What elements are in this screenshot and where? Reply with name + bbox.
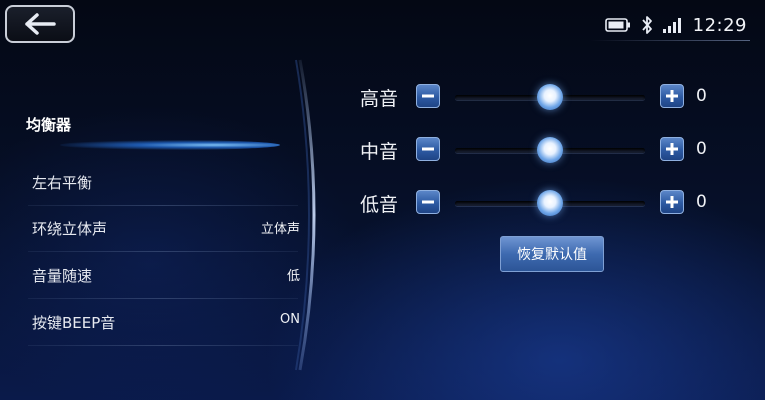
clock: 12:29: [692, 14, 747, 36]
plus-icon: [666, 196, 678, 208]
menu-item-label: 按键BEEP音: [32, 314, 116, 332]
band-label: 低音: [360, 194, 399, 216]
eq-row-treble: 高音 0: [360, 82, 720, 112]
treble-increase-button[interactable]: [660, 84, 684, 108]
mid-slider[interactable]: [455, 137, 645, 163]
menu-item-balance[interactable]: 左右平衡: [0, 160, 300, 206]
menu-divider: [28, 298, 298, 299]
slider-knob[interactable]: [537, 190, 563, 216]
menu-item-label: 音量随速: [32, 267, 93, 285]
menu-item-equalizer[interactable]: 均衡器: [0, 106, 300, 152]
active-highlight: [60, 140, 280, 150]
settings-menu: 均衡器 左右平衡 环绕立体声 立体声 音量随速 低 按键BEEP音 ON: [0, 60, 310, 360]
band-label: 中音: [360, 141, 399, 163]
back-arrow-icon: [25, 13, 56, 35]
mid-increase-button[interactable]: [660, 137, 684, 161]
treble-decrease-button[interactable]: [416, 84, 440, 108]
mid-decrease-button[interactable]: [416, 137, 440, 161]
menu-item-label: 均衡器: [26, 116, 72, 134]
bluetooth-icon: [641, 16, 652, 34]
minus-icon: [422, 200, 434, 204]
menu-item-beep[interactable]: 按键BEEP音 ON: [0, 300, 300, 346]
panel-arc-divider: [295, 59, 316, 371]
menu-divider: [28, 251, 298, 252]
eq-row-mid: 中音 0: [360, 135, 720, 165]
plus-icon: [666, 143, 678, 155]
back-button[interactable]: [5, 5, 75, 43]
plus-icon: [666, 90, 678, 102]
menu-item-label: 左右平衡: [32, 174, 93, 192]
band-label: 高音: [360, 88, 399, 110]
slider-knob[interactable]: [537, 84, 563, 110]
menu-divider: [28, 345, 298, 346]
band-value: 0: [696, 86, 707, 106]
treble-slider[interactable]: [455, 84, 645, 110]
reset-defaults-button[interactable]: 恢复默认值: [500, 236, 604, 272]
minus-icon: [422, 147, 434, 151]
band-value: 0: [696, 139, 707, 159]
minus-icon: [422, 94, 434, 98]
battery-icon: [604, 18, 630, 32]
bass-increase-button[interactable]: [660, 190, 684, 214]
eq-row-bass: 低音 0: [360, 188, 720, 218]
audio-settings-screen: 12:29 均衡器 左右平衡 环绕立体声 立体声 音量随速 低 按键BEEP音 …: [0, 0, 765, 400]
signal-icon: [662, 18, 681, 33]
menu-item-speed-volume[interactable]: 音量随速 低: [0, 253, 300, 299]
menu-item-surround[interactable]: 环绕立体声 立体声: [0, 206, 300, 252]
status-bar: 12:29: [604, 12, 747, 38]
band-value: 0: [696, 192, 707, 212]
menu-item-label: 环绕立体声: [32, 220, 108, 238]
bass-slider[interactable]: [455, 190, 645, 216]
status-divider: [590, 40, 750, 41]
bass-decrease-button[interactable]: [416, 190, 440, 214]
slider-knob[interactable]: [537, 137, 563, 163]
